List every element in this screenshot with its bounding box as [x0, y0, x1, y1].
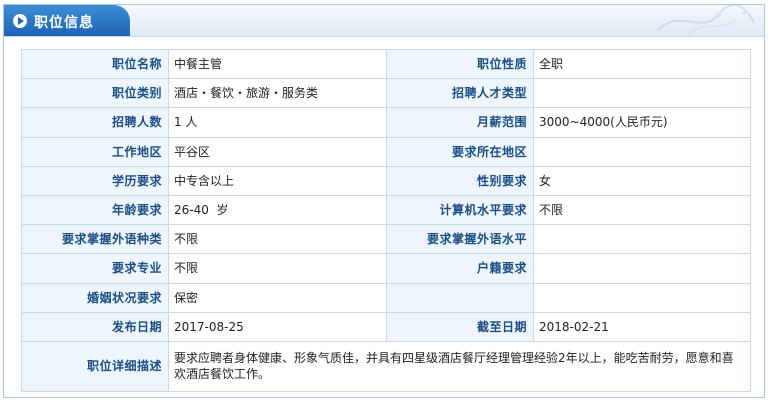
panel-title: 职位信息	[34, 15, 94, 31]
required-location-value	[533, 136, 751, 167]
computer-level-label: 计算机水平要求	[386, 194, 534, 226]
table-row: 要求掌握外语种类 不限 要求掌握外语水平	[21, 224, 751, 255]
salary-range-value: 3000~4000(人民币元)	[533, 107, 751, 138]
computer-level-value: 不限	[533, 194, 751, 226]
job-nature-value: 全职	[533, 48, 751, 80]
headcount-value: 1 人	[168, 107, 387, 138]
job-description-label: 职位详细描述	[21, 340, 169, 392]
panel-header: 职位信息	[4, 5, 764, 37]
foreign-language-type-value: 不限	[168, 224, 387, 255]
education-value: 中专含以上	[168, 165, 387, 196]
education-label: 学历要求	[21, 165, 169, 196]
household-registration-label: 户籍要求	[386, 253, 534, 284]
job-nature-label: 职位性质	[386, 48, 534, 80]
talent-type-value	[533, 78, 751, 109]
job-name-label: 职位名称	[21, 48, 169, 80]
job-category-value: 酒店・餐饮・旅游・服务类	[168, 78, 387, 109]
deadline-value: 2018-02-21	[533, 311, 751, 342]
table-row: 发布日期 2017-08-25 截至日期 2018-02-21	[21, 311, 751, 342]
age-value: 26-40 岁	[168, 194, 387, 226]
household-registration-value	[533, 253, 751, 284]
job-category-label: 职位类别	[21, 78, 169, 109]
decorative-swirl-icon	[657, 5, 755, 36]
foreign-language-level-value	[533, 224, 751, 255]
deadline-label: 截至日期	[386, 311, 534, 342]
table-row: 学历要求 中专含以上 性别要求 女	[21, 165, 751, 196]
publish-date-label: 发布日期	[21, 311, 169, 342]
table-row: 职位详细描述 要求应聘者身体健康、形象气质佳，并具有四星级酒店餐厅经理管理经验2…	[21, 340, 751, 392]
arrow-right-icon	[13, 14, 27, 28]
table-row: 工作地区 平谷区 要求所在地区	[21, 136, 751, 167]
talent-type-label: 招聘人才类型	[386, 78, 534, 109]
marital-status-value: 保密	[168, 282, 387, 313]
publish-date-value: 2017-08-25	[168, 311, 387, 342]
table-row: 婚姻状况要求 保密	[21, 282, 751, 313]
table-row: 职位名称 中餐主管 职位性质 全职	[21, 48, 751, 80]
marital-status-label: 婚姻状况要求	[21, 282, 169, 313]
job-info-table: 职位名称 中餐主管 职位性质 全职 职位类别 酒店・餐饮・旅游・服务类 招聘人才…	[21, 48, 751, 392]
job-info-panel: 职位信息 职位名称 中餐主管 职位性质 全职 职位类别 酒店・餐饮・旅游・服务类…	[3, 4, 765, 398]
foreign-language-level-label: 要求掌握外语水平	[386, 224, 534, 255]
empty-label	[386, 282, 534, 313]
job-name-value: 中餐主管	[168, 48, 387, 80]
job-description-value: 要求应聘者身体健康、形象气质佳，并具有四星级酒店餐厅经理管理经验2年以上，能吃苦…	[168, 340, 751, 392]
work-area-value: 平谷区	[168, 136, 387, 167]
major-value: 不限	[168, 253, 387, 284]
work-area-label: 工作地区	[21, 136, 169, 167]
headcount-label: 招聘人数	[21, 107, 169, 138]
age-label: 年龄要求	[21, 194, 169, 226]
salary-range-label: 月薪范围	[386, 107, 534, 138]
table-row: 职位类别 酒店・餐饮・旅游・服务类 招聘人才类型	[21, 78, 751, 109]
required-location-label: 要求所在地区	[386, 136, 534, 167]
gender-value: 女	[533, 165, 751, 196]
major-label: 要求专业	[21, 253, 169, 284]
header-tab: 职位信息	[4, 5, 130, 36]
table-row: 要求专业 不限 户籍要求	[21, 253, 751, 284]
table-row: 招聘人数 1 人 月薪范围 3000~4000(人民币元)	[21, 107, 751, 138]
gender-label: 性别要求	[386, 165, 534, 196]
foreign-language-type-label: 要求掌握外语种类	[21, 224, 169, 255]
table-row: 年龄要求 26-40 岁 计算机水平要求 不限	[21, 194, 751, 226]
empty-value	[533, 282, 751, 313]
